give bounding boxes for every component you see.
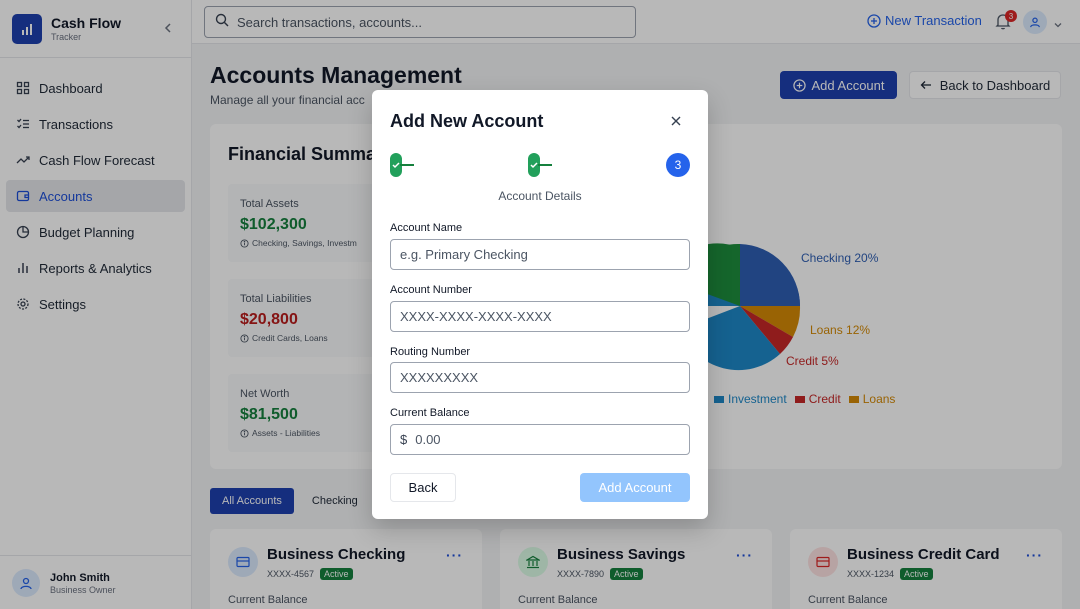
current-balance-field: $ <box>390 424 690 455</box>
routing-number-field <box>390 362 690 393</box>
current-balance-label: Current Balance <box>390 407 470 419</box>
modal-title: Add New Account <box>390 111 544 131</box>
account-number-label: Account Number <box>390 284 472 296</box>
routing-number-input[interactable] <box>400 370 680 385</box>
back-button[interactable]: Back <box>390 473 456 502</box>
currency-prefix: $ <box>400 432 408 447</box>
step-connector <box>400 164 414 166</box>
step-connector <box>538 164 552 166</box>
add-account-modal: Add New Account 3 Account Details Accoun… <box>372 90 708 519</box>
step-label: Account Details <box>498 189 582 203</box>
step-3-current: 3 <box>666 153 690 177</box>
account-name-field <box>390 239 690 270</box>
account-name-label: Account Name <box>390 222 463 234</box>
account-number-field <box>390 301 690 332</box>
close-icon[interactable] <box>669 114 683 128</box>
routing-number-label: Routing Number <box>390 346 471 358</box>
account-name-input[interactable] <box>400 247 680 262</box>
account-number-input[interactable] <box>400 309 680 324</box>
submit-add-account-button[interactable]: Add Account <box>580 473 690 502</box>
current-balance-input[interactable] <box>415 432 680 447</box>
